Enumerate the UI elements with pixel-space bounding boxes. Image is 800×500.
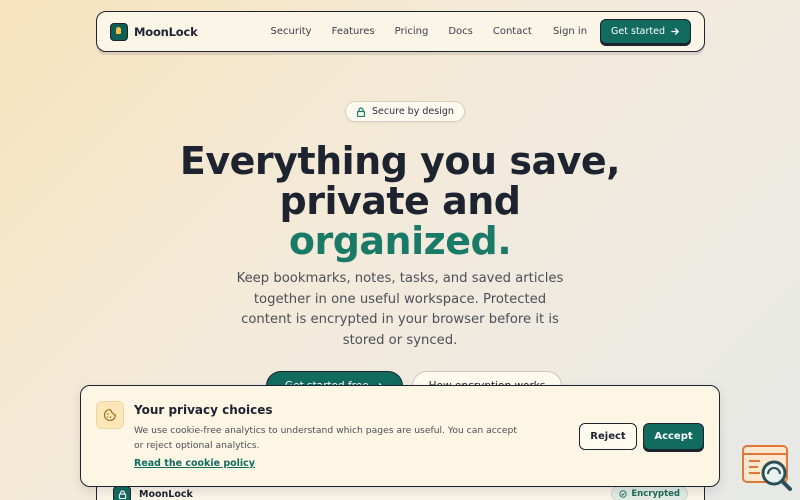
- reject-button[interactable]: Reject: [579, 423, 637, 450]
- preview-brand: MoonLock: [113, 486, 193, 500]
- window-search-icon: [742, 445, 792, 491]
- nav-link-contact[interactable]: Contact: [493, 26, 532, 37]
- lock-icon: [356, 106, 366, 117]
- nav-links: Security Features Pricing Docs Contact: [271, 26, 532, 37]
- cookie-policy-link[interactable]: Read the cookie policy: [134, 458, 255, 469]
- nav-link-features[interactable]: Features: [332, 26, 375, 37]
- sign-in-link[interactable]: Sign in: [553, 26, 587, 37]
- hero-title-line2: private and: [279, 179, 521, 223]
- arrow-right-icon: [671, 28, 679, 35]
- nav-link-pricing[interactable]: Pricing: [395, 26, 429, 37]
- lock-icon: [113, 486, 131, 500]
- hero-title-line1: Everything you save,: [179, 139, 621, 183]
- hero-title-accent: organized.: [288, 219, 512, 263]
- secure-badge: Secure by design: [345, 101, 465, 122]
- nav-actions: Sign in Get started: [553, 19, 691, 44]
- cookie-description: We use cookie-free analytics to understa…: [134, 425, 517, 451]
- get-started-button[interactable]: Get started: [600, 19, 691, 44]
- accept-button[interactable]: Accept: [643, 423, 704, 450]
- cookie-icon: [96, 401, 124, 429]
- encrypted-badge: Encrypted: [611, 486, 688, 500]
- secure-badge-label: Secure by design: [372, 106, 454, 117]
- encrypted-badge-label: Encrypted: [631, 488, 680, 499]
- nav-link-security[interactable]: Security: [271, 26, 312, 37]
- moonlock-logo-icon: [110, 22, 128, 41]
- floating-search-widget[interactable]: [740, 443, 794, 493]
- hero-subtitle: Keep bookmarks, notes, tasks, and saved …: [236, 271, 564, 348]
- shield-check-icon: [619, 489, 627, 498]
- brand-name: MoonLock: [134, 24, 198, 39]
- hero-title: Everything you save, private and organiz…: [0, 141, 800, 261]
- cookie-title: Your privacy choices: [134, 403, 273, 417]
- nav-link-docs[interactable]: Docs: [448, 26, 473, 37]
- get-started-label: Get started: [611, 26, 665, 37]
- brand[interactable]: MoonLock: [110, 22, 198, 41]
- top-nav: MoonLock Security Features Pricing Docs …: [96, 11, 705, 52]
- preview-brand-name: MoonLock: [139, 489, 193, 500]
- cookie-banner: Your privacy choices We use cookie-free …: [80, 385, 720, 487]
